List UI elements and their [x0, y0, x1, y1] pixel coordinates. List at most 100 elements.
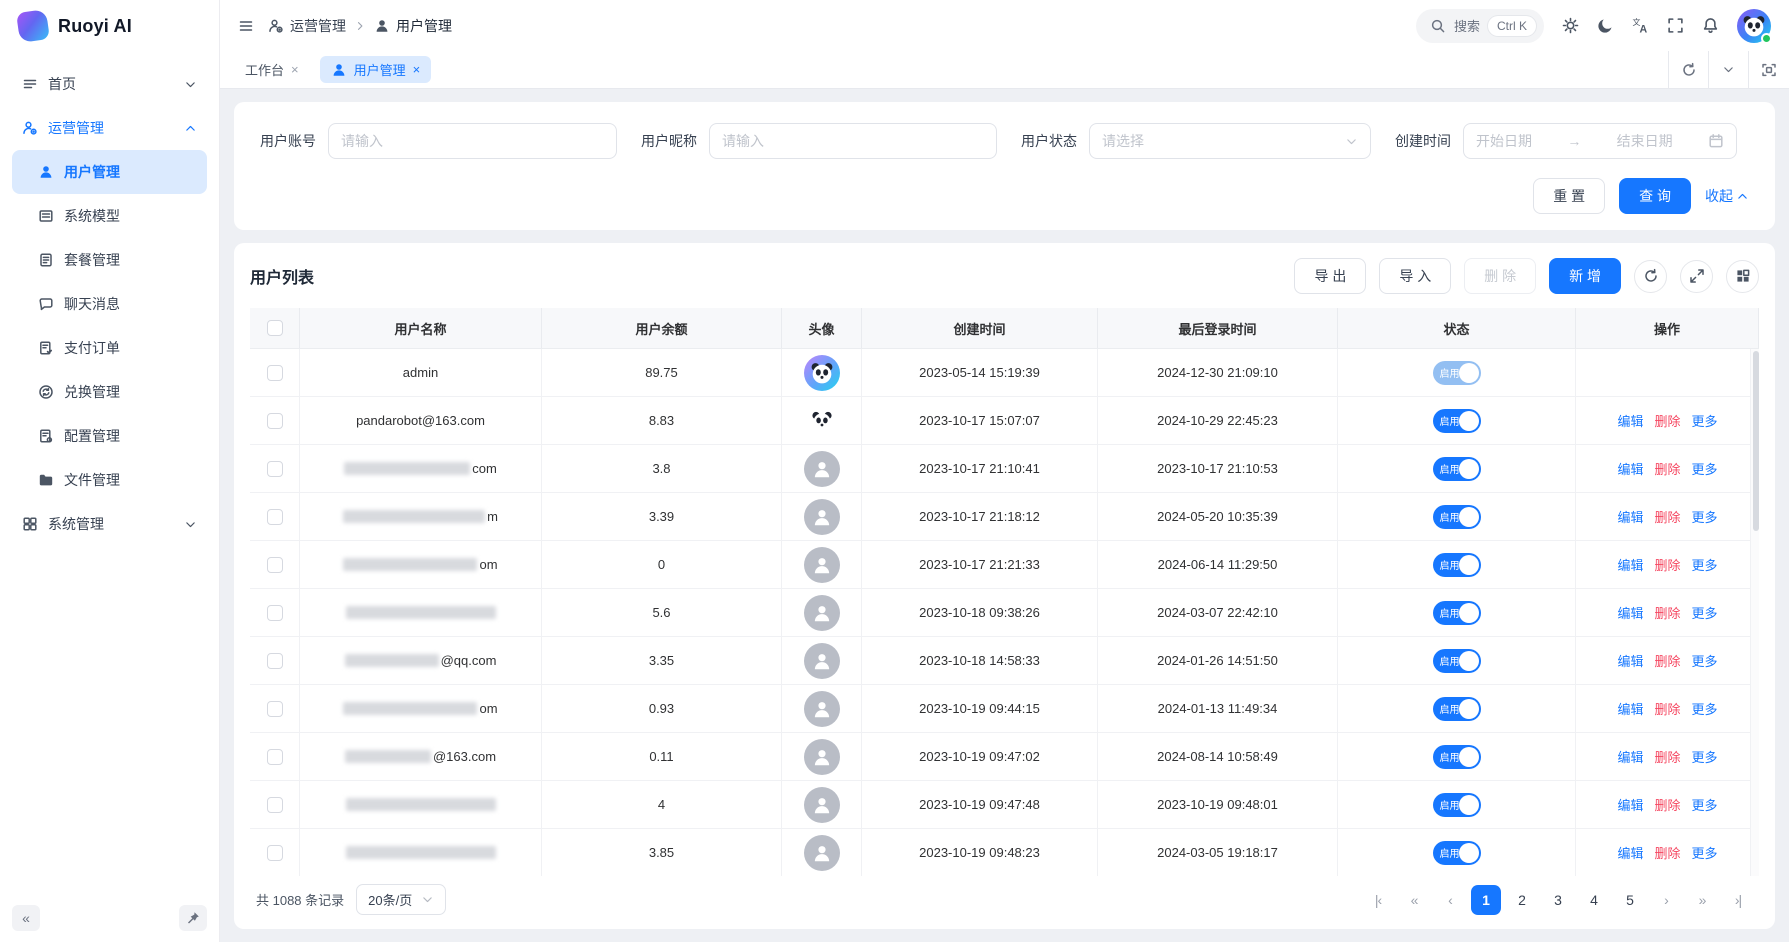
next-5-button[interactable]: »	[1687, 885, 1717, 915]
refresh-tab-icon[interactable]	[1669, 51, 1709, 88]
column-settings-icon[interactable]	[1726, 260, 1759, 293]
edit-link[interactable]: 编辑	[1617, 699, 1643, 718]
sidebar-item-files[interactable]: 文件管理	[12, 458, 207, 502]
edit-link[interactable]: 编辑	[1617, 747, 1643, 766]
row-checkbox[interactable]	[267, 605, 283, 621]
status-toggle[interactable]: 启用	[1433, 553, 1481, 577]
sidebar-item-system[interactable]: 系统管理	[12, 502, 207, 546]
edit-link[interactable]: 编辑	[1617, 459, 1643, 478]
export-button[interactable]: 导 出	[1294, 258, 1366, 294]
content-fullscreen-icon[interactable]	[1749, 51, 1789, 88]
sidebar-item-plans[interactable]: 套餐管理	[12, 238, 207, 282]
settings-icon[interactable]	[1562, 17, 1579, 34]
row-checkbox[interactable]	[267, 413, 283, 429]
sidebar-item-redeem[interactable]: 兑换管理	[12, 370, 207, 414]
fullscreen-icon[interactable]	[1667, 17, 1684, 34]
close-icon[interactable]: ×	[413, 62, 421, 77]
more-link[interactable]: 更多	[1692, 843, 1718, 862]
page-button-2[interactable]: 2	[1507, 885, 1537, 915]
select-all-checkbox[interactable]	[267, 320, 283, 336]
dark-mode-icon[interactable]	[1597, 17, 1614, 34]
nickname-input[interactable]: 请输入	[709, 123, 997, 159]
status-toggle[interactable]: 启用	[1433, 793, 1481, 817]
edit-link[interactable]: 编辑	[1617, 555, 1643, 574]
delete-link[interactable]: 删除	[1654, 747, 1680, 766]
row-checkbox[interactable]	[267, 701, 283, 717]
add-button[interactable]: 新 增	[1549, 258, 1621, 294]
delete-link[interactable]: 删除	[1654, 507, 1680, 526]
reset-button[interactable]: 重 置	[1533, 178, 1605, 214]
page-button-5[interactable]: 5	[1615, 885, 1645, 915]
row-checkbox[interactable]	[267, 509, 283, 525]
page-button-1[interactable]: 1	[1471, 885, 1501, 915]
more-link[interactable]: 更多	[1692, 795, 1718, 814]
sidebar-item-home[interactable]: 首页	[12, 62, 207, 106]
status-toggle[interactable]: 启用	[1433, 601, 1481, 625]
row-checkbox[interactable]	[267, 749, 283, 765]
delete-link[interactable]: 删除	[1654, 459, 1680, 478]
sidebar-item-chat-messages[interactable]: 聊天消息	[12, 282, 207, 326]
delete-link[interactable]: 删除	[1654, 555, 1680, 574]
edit-link[interactable]: 编辑	[1617, 795, 1643, 814]
row-checkbox[interactable]	[267, 797, 283, 813]
edit-link[interactable]: 编辑	[1617, 507, 1643, 526]
delete-button[interactable]: 删 除	[1464, 258, 1536, 294]
sidebar-item-operations[interactable]: 运营管理	[12, 106, 207, 150]
sidebar-item-pay-orders[interactable]: 支付订单	[12, 326, 207, 370]
page-button-4[interactable]: 4	[1579, 885, 1609, 915]
status-toggle[interactable]: 启用	[1433, 745, 1481, 769]
page-size-select[interactable]: 20条/页	[356, 884, 446, 915]
refresh-table-icon[interactable]	[1634, 260, 1667, 293]
status-toggle[interactable]: 启用	[1433, 697, 1481, 721]
more-link[interactable]: 更多	[1692, 699, 1718, 718]
collapse-filter-link[interactable]: 收起	[1705, 186, 1749, 206]
more-link[interactable]: 更多	[1692, 747, 1718, 766]
collapse-sidebar-button[interactable]: «	[12, 905, 40, 931]
edit-link[interactable]: 编辑	[1617, 411, 1643, 430]
row-checkbox[interactable]	[267, 653, 283, 669]
page-button-3[interactable]: 3	[1543, 885, 1573, 915]
more-link[interactable]: 更多	[1692, 507, 1718, 526]
delete-link[interactable]: 删除	[1654, 843, 1680, 862]
delete-link[interactable]: 删除	[1654, 795, 1680, 814]
user-avatar[interactable]	[1737, 9, 1771, 43]
prev-page-button[interactable]: ‹	[1435, 885, 1465, 915]
row-checkbox[interactable]	[267, 557, 283, 573]
more-link[interactable]: 更多	[1692, 555, 1718, 574]
next-page-button[interactable]: ›	[1651, 885, 1681, 915]
delete-link[interactable]: 删除	[1654, 651, 1680, 670]
status-select[interactable]: 请选择	[1089, 123, 1371, 159]
breadcrumb-users[interactable]: 用户管理	[374, 16, 452, 36]
breadcrumb-operations[interactable]: 运营管理	[268, 16, 346, 36]
status-toggle[interactable]: 启用	[1433, 361, 1481, 385]
notifications-icon[interactable]	[1702, 17, 1719, 34]
last-page-button[interactable]: ›|	[1723, 885, 1753, 915]
table-scrollbar[interactable]	[1750, 349, 1759, 876]
delete-link[interactable]: 删除	[1654, 699, 1680, 718]
status-toggle[interactable]: 启用	[1433, 505, 1481, 529]
edit-link[interactable]: 编辑	[1617, 651, 1643, 670]
row-checkbox[interactable]	[267, 365, 283, 381]
search-button[interactable]: 查 询	[1619, 178, 1691, 214]
account-input[interactable]: 请输入	[328, 123, 617, 159]
edit-link[interactable]: 编辑	[1617, 843, 1643, 862]
import-button[interactable]: 导 入	[1379, 258, 1451, 294]
prev-5-button[interactable]: «	[1399, 885, 1429, 915]
sidebar-item-models[interactable]: 系统模型	[12, 194, 207, 238]
tab-menu-icon[interactable]	[1709, 51, 1749, 88]
tab-user-management[interactable]: 用户管理 ×	[320, 56, 432, 83]
first-page-button[interactable]: |‹	[1363, 885, 1393, 915]
sidebar-item-users[interactable]: 用户管理	[12, 150, 207, 194]
sidebar-item-config[interactable]: 配置管理	[12, 414, 207, 458]
status-toggle[interactable]: 启用	[1433, 841, 1481, 865]
status-toggle[interactable]: 启用	[1433, 457, 1481, 481]
more-link[interactable]: 更多	[1692, 459, 1718, 478]
menu-toggle-icon[interactable]	[238, 18, 254, 34]
global-search[interactable]: 搜索 Ctrl K	[1416, 9, 1544, 43]
date-range-input[interactable]: 开始日期 → 结束日期	[1463, 123, 1737, 159]
more-link[interactable]: 更多	[1692, 411, 1718, 430]
more-link[interactable]: 更多	[1692, 651, 1718, 670]
delete-link[interactable]: 删除	[1654, 603, 1680, 622]
more-link[interactable]: 更多	[1692, 603, 1718, 622]
status-toggle[interactable]: 启用	[1433, 649, 1481, 673]
